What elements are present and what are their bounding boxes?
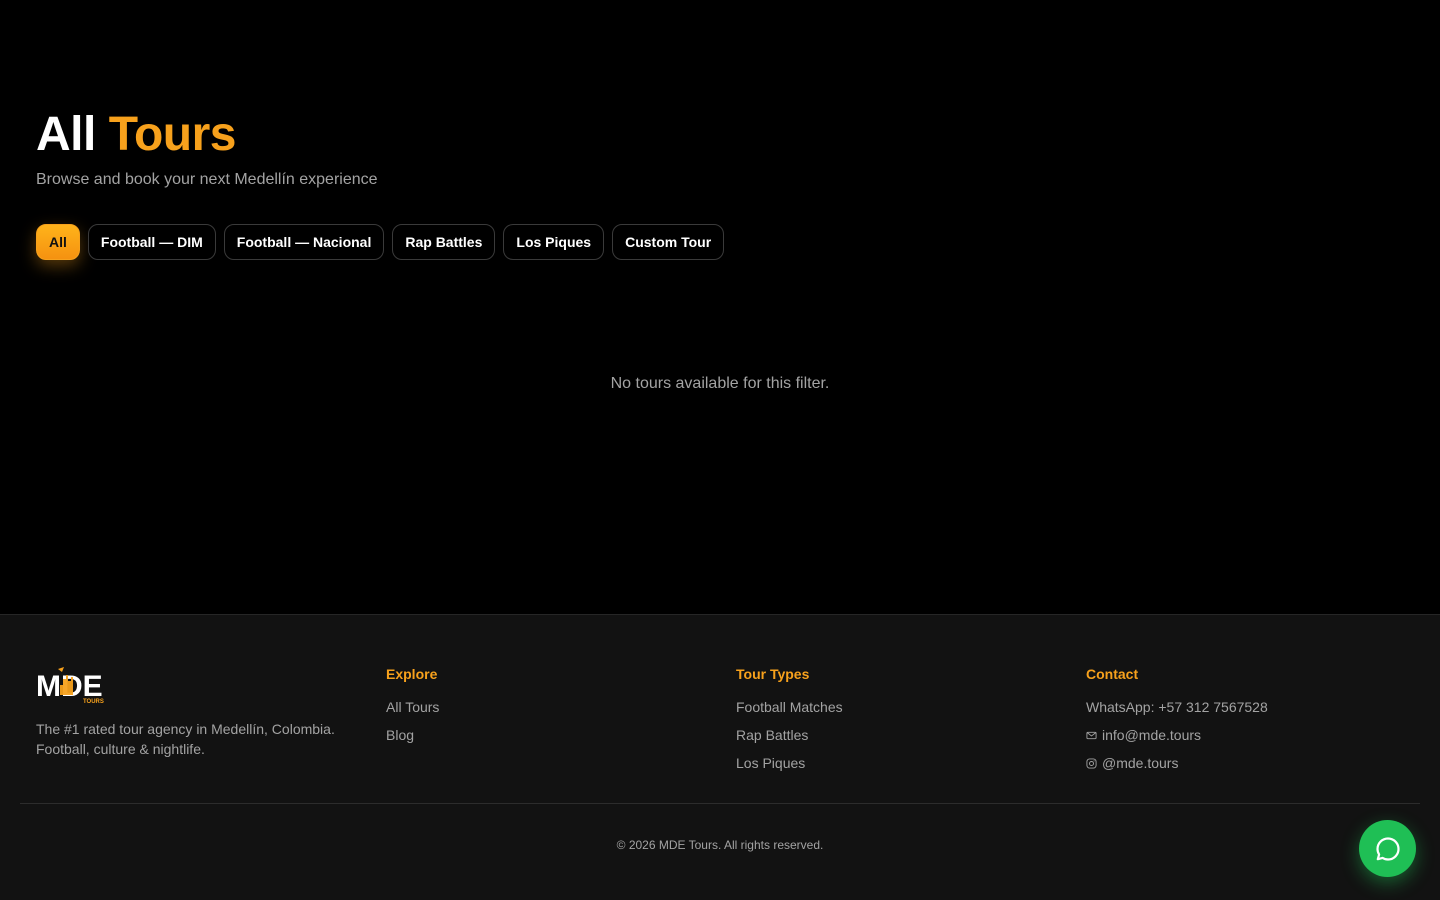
tours-section: All Tours Browse and book your next Mede…: [0, 0, 1440, 614]
page-subtitle: Browse and book your next Medellín exper…: [36, 171, 378, 188]
explore-heading: Explore: [386, 666, 438, 682]
site-footer: MDE TOURS The #1 rated tour agency in Me…: [0, 614, 1440, 900]
page-title-main: All: [36, 108, 96, 161]
footer-link-rap-battles[interactable]: Rap Battles: [736, 725, 1056, 745]
page-title: All Tours: [36, 106, 236, 164]
footer-link-blog[interactable]: Blog: [386, 725, 706, 745]
contact-email[interactable]: info@mde.tours: [1086, 725, 1406, 745]
footer-link-all-tours[interactable]: All Tours: [386, 697, 706, 717]
filter-football-nacional[interactable]: Football — Nacional: [223, 224, 385, 260]
page-title-accent: Tours: [108, 108, 237, 161]
empty-state-message: No tours available for this filter.: [610, 375, 830, 392]
mde-tours-logo[interactable]: MDE TOURS: [36, 663, 108, 705]
chat-bubble-icon: [1375, 836, 1400, 861]
footer-brand: MDE TOURS The #1 rated tour agency in Me…: [36, 663, 356, 759]
footer-tour-types-column: Tour Types Football Matches Rap Battles …: [736, 665, 1056, 781]
email-text: info@mde.tours: [1102, 727, 1202, 743]
contact-heading: Contact: [1086, 666, 1139, 682]
tour-types-heading: Tour Types: [736, 666, 810, 682]
instagram-icon: [1086, 757, 1097, 769]
chat-button[interactable]: [1359, 820, 1416, 877]
page: All Tours Browse and book your next Mede…: [0, 0, 1440, 900]
filter-custom-tour[interactable]: Custom Tour: [612, 224, 725, 260]
footer-contact-column: Contact WhatsApp: +57 312 7567528 info@m…: [1086, 665, 1406, 781]
contact-whatsapp[interactable]: WhatsApp: +57 312 7567528: [1086, 697, 1406, 717]
footer-divider: [20, 803, 1420, 804]
instagram-text: @mde.tours: [1102, 755, 1179, 771]
footer-explore-column: Explore All Tours Blog: [386, 665, 706, 753]
filter-football-dim[interactable]: Football — DIM: [87, 224, 216, 260]
footer-link-football-matches[interactable]: Football Matches: [736, 697, 1056, 717]
brand-description: The #1 rated tour agency in Medellín, Co…: [36, 721, 335, 757]
filter-all[interactable]: All: [36, 224, 80, 260]
filter-rap-battles[interactable]: Rap Battles: [392, 224, 496, 260]
filter-los-piques[interactable]: Los Piques: [503, 224, 605, 260]
whatsapp-text: WhatsApp: +57 312 7567528: [1086, 699, 1268, 715]
copyright: © 2026 MDE Tours. All rights reserved.: [616, 838, 824, 852]
footer-link-los-piques[interactable]: Los Piques: [736, 753, 1056, 773]
tour-filter-bar: All Football — DIM Football — Nacional R…: [36, 224, 725, 260]
logo-subtext: TOURS: [83, 699, 104, 705]
contact-instagram[interactable]: @mde.tours: [1086, 753, 1406, 773]
mail-icon: [1086, 731, 1097, 739]
